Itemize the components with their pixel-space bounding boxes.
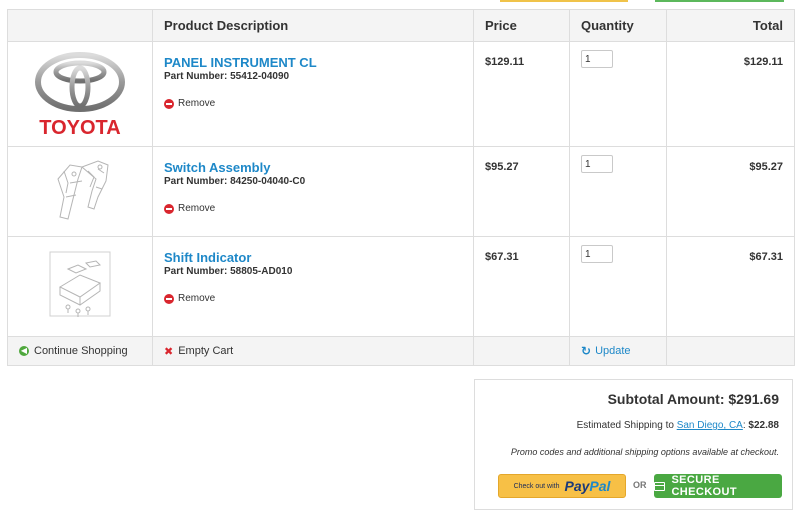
secure-checkout-button[interactable]: SECURE CHECKOUT — [654, 474, 782, 498]
empty-cart-link[interactable]: ✖ Empty Cart — [164, 345, 462, 358]
toyota-logo: TOYOTA — [35, 52, 125, 139]
product-image-cell — [7, 236, 153, 337]
continue-shopping-label: Continue Shopping — [34, 345, 128, 357]
product-name-link[interactable]: PANEL INSTRUMENT CL — [164, 55, 462, 70]
product-image-cell — [7, 146, 153, 237]
line-total-cell: $67.31 — [666, 236, 795, 337]
product-info-cell: Switch Assembly Part Number: 84250-04040… — [152, 146, 474, 237]
remove-button[interactable]: Remove — [164, 203, 462, 214]
top-buttons-edge — [0, 0, 799, 2]
paypal-logo: PayPal — [564, 478, 610, 494]
paypal-pay: Pay — [564, 478, 590, 494]
line-total-cell: $129.11 — [666, 41, 795, 147]
shift-indicator-image — [49, 251, 111, 317]
shipping-amount: $22.88 — [748, 420, 779, 431]
price-header: Price — [473, 9, 570, 42]
product-info-cell: Shift Indicator Part Number: 58805-AD010… — [152, 236, 474, 337]
paypal-prefix: Check out with — [513, 482, 560, 490]
update-label: Update — [595, 345, 631, 357]
total-header: Total — [666, 9, 795, 42]
order-summary: Subtotal Amount: $291.69 Estimated Shipp… — [474, 379, 793, 510]
part-number: Part Number: 84250-04040-C0 — [164, 176, 306, 187]
subtotal-amount: Subtotal Amount: $291.69 — [607, 391, 779, 407]
refresh-icon: ↻ — [581, 344, 592, 358]
quantity-cell — [569, 236, 667, 337]
top-checkout-button-edge[interactable] — [655, 0, 784, 2]
product-name-link[interactable]: Switch Assembly — [164, 160, 462, 175]
toyota-logo-text: TOYOTA — [39, 117, 120, 139]
part-number: Part Number: 58805-AD010 — [164, 266, 293, 277]
empty-cart-cell: ✖ Empty Cart — [152, 336, 474, 366]
remove-label: Remove — [178, 98, 216, 109]
cart-item-row: Shift Indicator Part Number: 58805-AD010… — [7, 236, 795, 337]
cart-item-row: Switch Assembly Part Number: 84250-04040… — [7, 146, 795, 237]
price-cell: $67.31 — [473, 236, 570, 337]
part-number: Part Number: 55412-04090 — [164, 71, 290, 82]
remove-icon — [164, 98, 174, 109]
paypal-pal: Pal — [589, 478, 611, 494]
or-divider: OR — [633, 480, 647, 490]
price-cell: $95.27 — [473, 146, 570, 237]
remove-label: Remove — [178, 203, 216, 214]
quantity-cell — [569, 146, 667, 237]
shipping-city-link[interactable]: San Diego, CA — [677, 420, 743, 431]
image-header — [7, 9, 153, 42]
product-image-cell: TOYOTA — [7, 41, 153, 147]
quantity-input[interactable] — [581, 245, 613, 263]
credit-card-icon — [654, 481, 666, 491]
quantity-input[interactable] — [581, 155, 613, 173]
empty-cart-label: Empty Cart — [178, 345, 234, 357]
continue-shopping-link[interactable]: ◀ Continue Shopping — [19, 345, 141, 357]
cart-footer-row: ◀ Continue Shopping ✖ Empty Cart ↻ Updat… — [7, 336, 795, 366]
footer-empty-cell — [473, 336, 570, 366]
remove-icon — [164, 293, 174, 304]
shipping-prefix: Estimated Shipping to — [576, 420, 677, 431]
line-total-cell: $95.27 — [666, 146, 795, 237]
footer-empty-cell — [666, 336, 795, 366]
product-info-cell: PANEL INSTRUMENT CL Part Number: 55412-0… — [152, 41, 474, 147]
price-cell: $129.11 — [473, 41, 570, 147]
quantity-input[interactable] — [581, 50, 613, 68]
quantity-cell — [569, 41, 667, 147]
paypal-checkout-button[interactable]: Check out with PayPal — [498, 474, 626, 498]
remove-icon — [164, 203, 174, 214]
continue-shopping-cell: ◀ Continue Shopping — [7, 336, 153, 366]
product-header: Product Description — [152, 9, 474, 42]
remove-label: Remove — [178, 293, 216, 304]
estimated-shipping: Estimated Shipping to San Diego, CA: $22… — [576, 420, 779, 431]
switch-assembly-image — [57, 160, 109, 220]
remove-button[interactable]: Remove — [164, 293, 462, 304]
back-arrow-icon: ◀ — [19, 346, 29, 356]
product-name-link[interactable]: Shift Indicator — [164, 250, 462, 265]
promo-note: Promo codes and additional shipping opti… — [510, 447, 779, 457]
update-cell: ↻ Update — [569, 336, 667, 366]
update-link[interactable]: ↻ Update — [581, 344, 655, 358]
close-icon: ✖ — [164, 345, 174, 358]
secure-checkout-label: SECURE CHECKOUT — [671, 474, 737, 498]
quantity-header: Quantity — [569, 9, 667, 42]
cart-table: Product Description Price Quantity Total — [7, 9, 795, 366]
cart-item-row: TOYOTA PANEL INSTRUMENT CL Part Number: … — [7, 41, 795, 147]
cart-header-row: Product Description Price Quantity Total — [7, 9, 795, 42]
top-paypal-button-edge[interactable] — [500, 0, 628, 2]
remove-button[interactable]: Remove — [164, 98, 462, 109]
